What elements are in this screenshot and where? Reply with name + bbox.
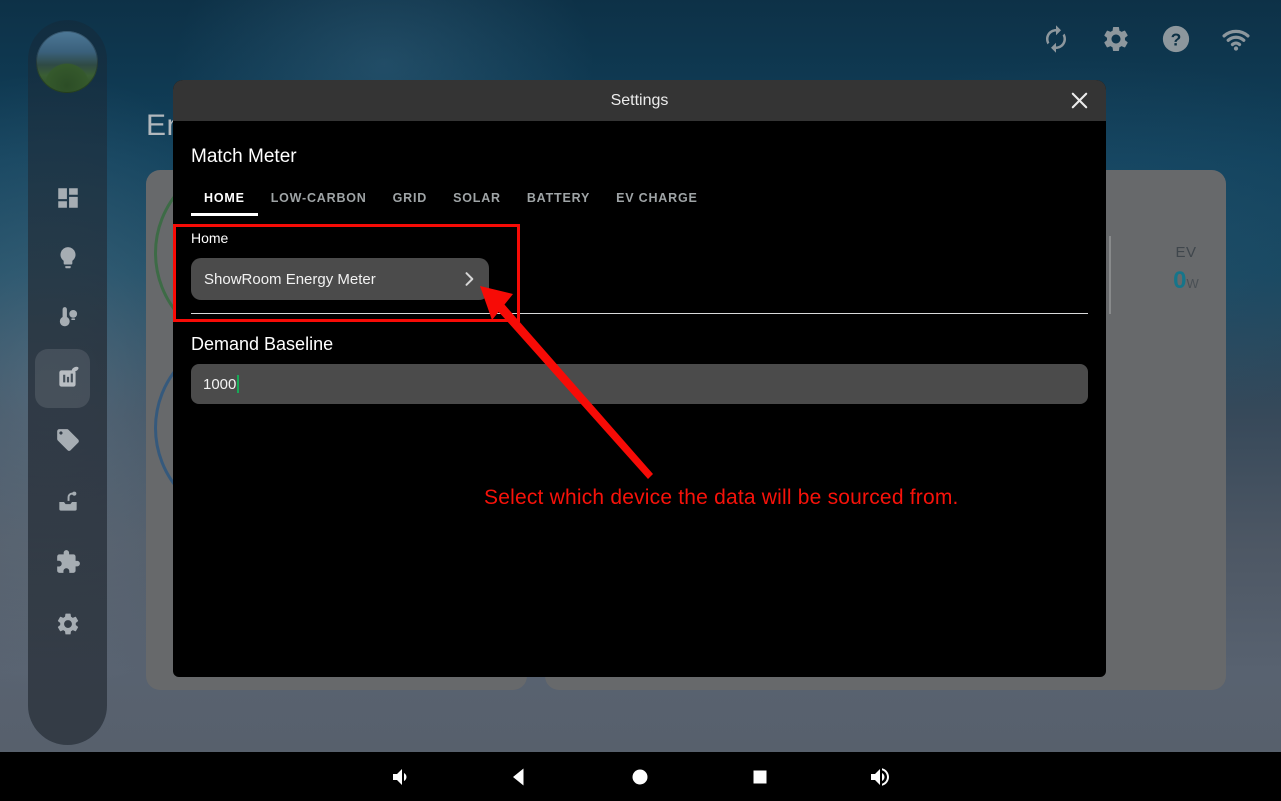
recents-button[interactable] — [748, 765, 772, 789]
back-button[interactable] — [507, 765, 531, 789]
home-button[interactable] — [628, 765, 652, 789]
chevron-right-icon — [459, 269, 479, 289]
scene-lamp-icon — [55, 489, 81, 515]
help-button[interactable]: ? — [1161, 24, 1191, 54]
card-divider — [1109, 236, 1111, 314]
sidebar-item-climate[interactable] — [55, 305, 81, 331]
home-meter-value: ShowRoom Energy Meter — [204, 271, 459, 288]
svg-text:?: ? — [1171, 29, 1182, 49]
sidebar-item-integrations[interactable] — [55, 549, 81, 575]
tab-ev-charge[interactable]: EV CHARGE — [603, 183, 711, 216]
sync-icon — [1041, 24, 1071, 54]
home-meter-dropdown[interactable]: ShowRoom Energy Meter — [191, 258, 489, 300]
settings-button[interactable] — [1101, 24, 1131, 54]
demand-baseline-label: Demand Baseline — [191, 334, 333, 355]
energy-chart-icon — [55, 365, 81, 391]
ev-readout: EV 0W — [1141, 244, 1226, 295]
settings-modal: Settings Match Meter HOME LOW-CARBON GRI… — [173, 80, 1106, 677]
close-x-icon — [1068, 89, 1091, 112]
ev-label: EV — [1141, 244, 1226, 261]
modal-title: Settings — [611, 92, 669, 110]
sidebar-item-tags[interactable] — [55, 427, 81, 453]
sidebar-item-energy[interactable] — [55, 365, 81, 391]
section-title: Match Meter — [191, 146, 297, 168]
home-circle-icon — [628, 765, 652, 789]
tab-battery[interactable]: BATTERY — [514, 183, 603, 216]
back-icon — [507, 765, 531, 789]
recents-square-icon — [748, 765, 772, 789]
section-divider — [191, 313, 1088, 314]
close-button[interactable] — [1068, 89, 1091, 112]
demand-baseline-input[interactable]: 1000 — [191, 364, 1088, 404]
sidebar — [28, 20, 107, 745]
ev-unit: W — [1187, 276, 1199, 291]
sidebar-item-dashboard[interactable] — [55, 185, 81, 211]
wifi-indicator[interactable] — [1221, 24, 1251, 54]
volume-down-button[interactable] — [388, 765, 412, 789]
tab-bar: HOME LOW-CARBON GRID SOLAR BATTERY EV CH… — [191, 183, 711, 216]
settings-gear-icon — [55, 611, 81, 637]
sidebar-item-settings[interactable] — [55, 611, 81, 637]
tag-icon — [55, 427, 81, 453]
avatar[interactable] — [36, 31, 98, 93]
demand-baseline-value: 1000 — [203, 376, 236, 393]
volume-up-button[interactable] — [868, 765, 892, 789]
tab-solar[interactable]: SOLAR — [440, 183, 514, 216]
settings-gear-icon — [1101, 24, 1131, 54]
text-cursor — [237, 375, 239, 393]
tab-home[interactable]: HOME — [191, 183, 258, 216]
ev-watts: 0 — [1173, 267, 1186, 294]
lightbulb-icon — [55, 245, 81, 271]
integrations-puzzle-icon — [55, 549, 81, 575]
tab-grid[interactable]: GRID — [380, 183, 440, 216]
volume-down-icon — [388, 765, 412, 789]
home-field-label: Home — [191, 230, 228, 246]
dashboard-icon — [55, 185, 81, 211]
volume-up-icon — [868, 765, 892, 789]
sync-button[interactable] — [1041, 24, 1071, 54]
android-nav-bar — [0, 752, 1281, 801]
wifi-icon — [1221, 24, 1251, 54]
tab-low-carbon[interactable]: LOW-CARBON — [258, 183, 380, 216]
sidebar-item-lighting[interactable] — [55, 245, 81, 271]
climate-icon — [55, 305, 81, 331]
modal-header: Settings — [173, 80, 1106, 121]
help-icon: ? — [1161, 24, 1191, 54]
sidebar-item-scenes[interactable] — [55, 489, 81, 515]
ev-value: 0W — [1141, 267, 1226, 295]
